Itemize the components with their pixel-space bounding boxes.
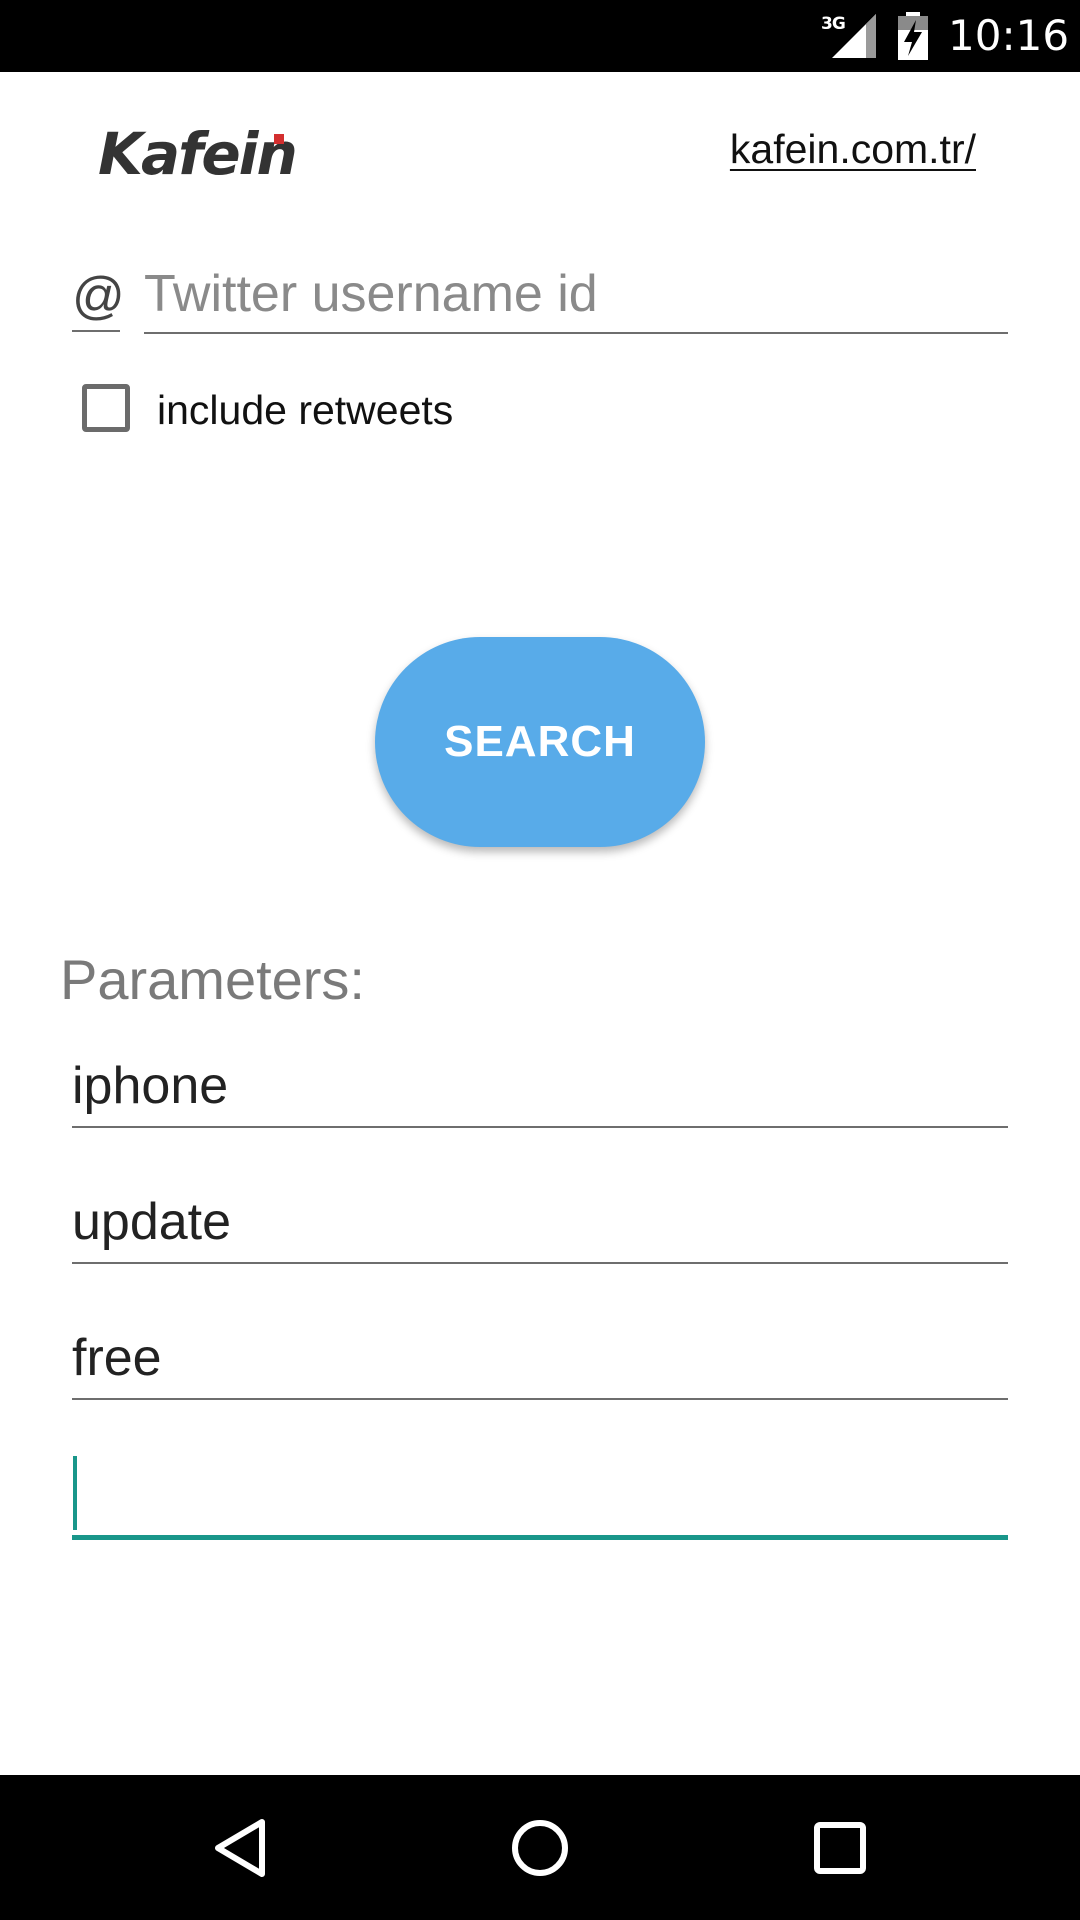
battery-charging-icon xyxy=(898,12,928,60)
home-circle-icon[interactable] xyxy=(500,1812,580,1884)
back-triangle-icon[interactable] xyxy=(200,1812,280,1884)
at-prefix: @ xyxy=(72,264,125,332)
parameter-field-2[interactable] xyxy=(72,1182,1008,1264)
parameter-field-1[interactable] xyxy=(72,1046,1008,1128)
cell-signal-icon xyxy=(832,14,876,58)
text-cursor xyxy=(73,1456,77,1530)
recents-square-icon[interactable] xyxy=(800,1812,880,1884)
clock: 10:16 xyxy=(948,11,1070,60)
website-link[interactable]: kafein.com.tr/ xyxy=(730,126,976,173)
twitter-username-input[interactable] xyxy=(144,256,1008,334)
include-retweets-checkbox[interactable] xyxy=(82,384,130,432)
logo-text: Kafein xyxy=(98,124,296,184)
parameters-heading: Parameters: xyxy=(60,948,365,1011)
status-bar: 3G 10:16 xyxy=(0,0,1080,72)
parameter-field-3[interactable] xyxy=(72,1318,1008,1400)
include-retweets-label[interactable]: include retweets xyxy=(157,386,453,434)
kafein-logo: Kafein xyxy=(98,124,298,184)
app-screen: 3G 10:16 Kafein kafein.com.tr/ @ include… xyxy=(0,0,1080,1920)
search-button[interactable]: SEARCH xyxy=(375,637,705,847)
parameter-field-4[interactable] xyxy=(72,1458,1008,1540)
